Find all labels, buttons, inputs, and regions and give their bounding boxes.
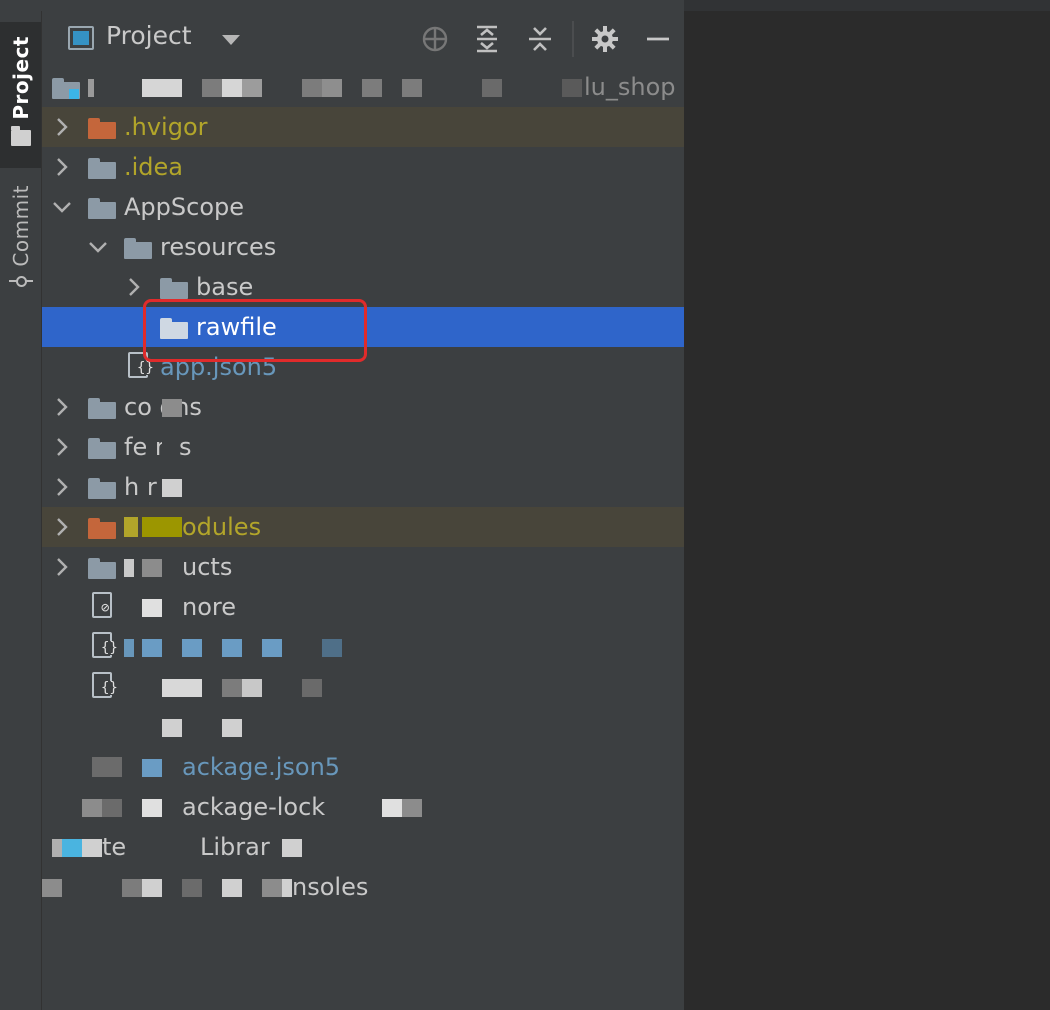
- tree-label-features: fe res: [124, 433, 192, 461]
- tree-row-oh-package-lock[interactable]: ackage-lock: [42, 787, 684, 827]
- tree-row-idea[interactable]: .idea: [42, 147, 684, 187]
- chevron-right-icon[interactable]: [52, 547, 72, 587]
- tree-label-idea: .idea: [124, 153, 184, 181]
- folder-icon: [88, 156, 118, 179]
- tree-row-oh-package[interactable]: ackage.json5: [42, 747, 684, 787]
- tree-row-build-profile[interactable]: {}: [42, 627, 684, 667]
- commit-icon: [8, 275, 33, 287]
- project-tool-tab[interactable]: Project: [0, 22, 41, 168]
- tree-label-resources: resources: [160, 233, 277, 261]
- chevron-right-icon[interactable]: [52, 387, 72, 427]
- tree-row-resources[interactable]: resources: [42, 227, 684, 267]
- tree-row-scratches[interactable]: nsoles: [42, 867, 684, 907]
- crosshair-icon[interactable]: [421, 25, 449, 53]
- module-folder-icon: [52, 76, 82, 99]
- chevron-right-icon[interactable]: [52, 507, 72, 547]
- folder-icon: [88, 196, 118, 219]
- folder-icon: [88, 116, 118, 139]
- chevron-down-icon[interactable]: [88, 227, 108, 267]
- chevron-right-icon[interactable]: [52, 427, 72, 467]
- tree-label-scratches: nsoles: [292, 873, 369, 901]
- folder-icon: [160, 276, 190, 299]
- expand-all-icon[interactable]: [473, 25, 501, 53]
- tree-row-obscured-file-1[interactable]: {}: [42, 667, 684, 707]
- tree-row-appscope[interactable]: AppScope: [42, 187, 684, 227]
- folder-icon: [88, 556, 118, 579]
- json-file-icon: {}: [92, 672, 122, 698]
- folder-icon: [88, 436, 118, 459]
- tree-row-hvigor-dir[interactable]: h r: [42, 467, 684, 507]
- tree-row-root[interactable]: lu_shop: [42, 67, 684, 107]
- tool-window-bar: Project Commit: [0, 11, 42, 1010]
- tree-label-appscope: AppScope: [124, 193, 244, 221]
- project-view-icon: [68, 26, 94, 50]
- chevron-right-icon[interactable]: [52, 107, 72, 147]
- tree-label-gitignore: nore: [182, 593, 236, 621]
- tree-label-hvigor: .hvigor: [124, 113, 208, 141]
- tree-row-external-libraries[interactable]: te Librar: [42, 827, 684, 867]
- project-tool-tab-label: Project: [8, 36, 33, 120]
- gear-icon[interactable]: [591, 25, 619, 53]
- chevron-down-icon[interactable]: [52, 187, 72, 227]
- folder-icon: [88, 476, 118, 499]
- header-separator: [572, 21, 574, 57]
- chevron-down-icon[interactable]: [222, 35, 240, 45]
- tree-row-features[interactable]: fe res: [42, 427, 684, 467]
- tree-row-hvigor[interactable]: .hvigor: [42, 107, 684, 147]
- folder-icon: [10, 125, 31, 146]
- folder-icon: [88, 396, 118, 419]
- tree-label-external-libraries-b: Librar: [200, 833, 270, 861]
- commit-tool-tab[interactable]: Commit: [0, 179, 41, 309]
- tree-label-hvigor-dir: h r: [124, 473, 157, 501]
- top-strip-editor: [684, 0, 1050, 11]
- collapse-all-icon[interactable]: [526, 25, 554, 53]
- chevron-right-icon[interactable]: [52, 467, 72, 507]
- project-panel: Project lu_shop .hvigor .idea AppScope r…: [42, 11, 684, 1010]
- chevron-right-icon[interactable]: [124, 267, 144, 307]
- ignore-file-icon: ⊘: [92, 592, 122, 618]
- project-panel-header: Project: [42, 11, 684, 67]
- project-view-selector[interactable]: Project: [106, 21, 192, 50]
- editor-area[interactable]: [685, 11, 1050, 1010]
- folder-icon: [124, 236, 154, 259]
- tree-label-oh-package: ackage.json5: [182, 753, 341, 781]
- tree-label-oh-modules: odules: [182, 513, 262, 541]
- root-label: lu_shop: [584, 73, 676, 101]
- tree-label-external-libraries-a: te: [102, 833, 127, 861]
- tree-row-products[interactable]: ucts: [42, 547, 684, 587]
- minimize-icon[interactable]: [644, 25, 672, 53]
- commit-tool-tab-label: Commit: [8, 185, 33, 267]
- tree-row-obscured-file-2[interactable]: [42, 707, 684, 747]
- chevron-right-icon[interactable]: [52, 147, 72, 187]
- tree-label-oh-package-lock: ackage-lock: [182, 793, 326, 821]
- folder-icon: [88, 516, 118, 539]
- tree-label-products: ucts: [182, 553, 233, 581]
- tree-row-oh-modules[interactable]: odules: [42, 507, 684, 547]
- tree-row-commons[interactable]: co ons: [42, 387, 684, 427]
- highlight-annotation: [143, 299, 367, 362]
- tree-row-gitignore[interactable]: ⊘ nore: [42, 587, 684, 627]
- json-file-icon: {}: [92, 632, 122, 658]
